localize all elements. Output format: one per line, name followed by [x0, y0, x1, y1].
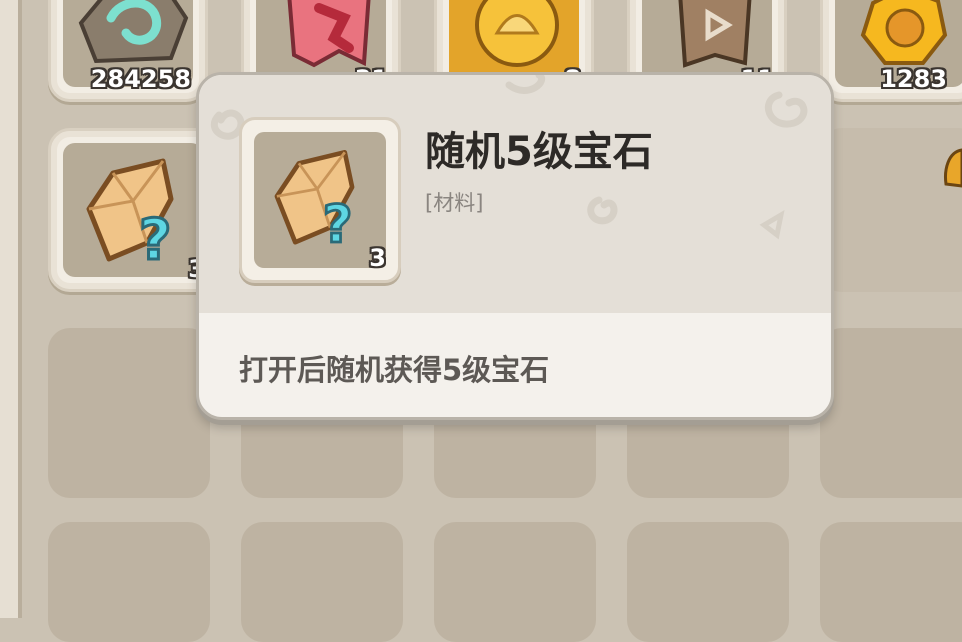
item-title: 随机5级宝石 [425, 129, 653, 175]
inventory-slot-rune-stone[interactable]: 284258 [48, 0, 208, 102]
tooltip-item-frame: ? 3 [239, 117, 401, 283]
inventory-slot-empty[interactable] [627, 522, 789, 642]
inventory-slot-empty[interactable] [820, 328, 962, 498]
inventory-slot-empty[interactable] [434, 522, 596, 642]
item-count: 284258 [90, 65, 191, 93]
item-count: 1283 [880, 65, 947, 93]
item-category: [材料] [425, 191, 484, 215]
inventory-slot-empty[interactable] [820, 522, 962, 642]
tooltip-header: ? 3 随机5级宝石 [材料] [199, 75, 831, 313]
item-count: 3 [369, 244, 386, 272]
inventory-slot-gold-medal[interactable]: 1283 [820, 0, 962, 102]
inventory-slot-empty[interactable] [48, 522, 210, 642]
item-tooltip: ? 3 随机5级宝石 [材料] 打开后随机获得5级宝石 [196, 72, 834, 420]
inventory-slot-random-gem[interactable]: ? 3 [48, 128, 218, 292]
item-description: 打开后随机获得5级宝石 [239, 353, 550, 387]
inventory-slot-empty[interactable] [241, 522, 403, 642]
inventory-slot-empty[interactable] [48, 328, 210, 498]
svg-text:?: ? [139, 208, 171, 273]
bell-icon-partial [944, 148, 962, 188]
svg-text:?: ? [323, 195, 353, 255]
